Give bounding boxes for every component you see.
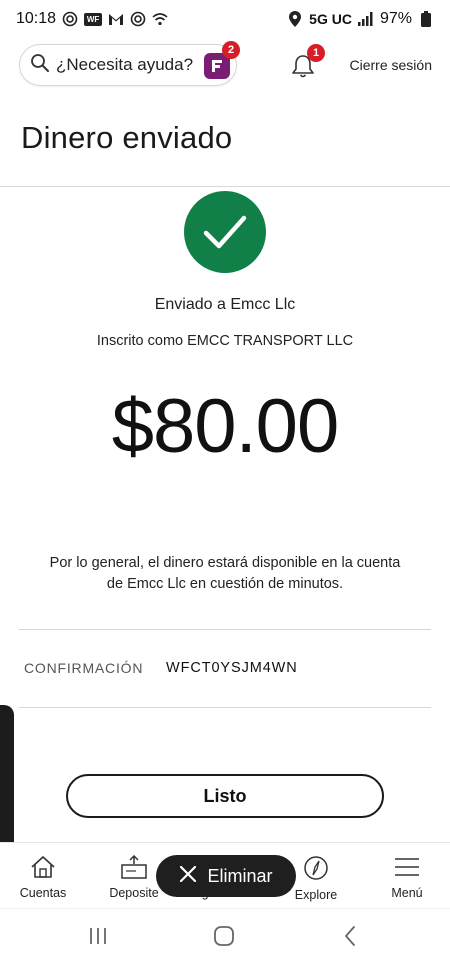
- recent-apps-icon: [87, 926, 109, 951]
- network-type: 5G UC: [309, 11, 352, 27]
- delete-label: Eliminar: [207, 865, 273, 886]
- bell-icon: [289, 55, 317, 84]
- amount-value: $80.00: [111, 384, 339, 469]
- recent-apps-button[interactable]: [85, 925, 111, 951]
- notifications-button[interactable]: 1: [289, 44, 325, 80]
- gmail-icon: [108, 11, 124, 27]
- availability-message: Por lo general, el dinero estará disponi…: [22, 553, 428, 595]
- confirmation-number: WFCT0YSJM4WN: [166, 660, 298, 676]
- back-button[interactable]: [337, 925, 363, 951]
- home-button[interactable]: [211, 925, 237, 951]
- divider: [19, 629, 431, 630]
- compass-icon: [303, 855, 329, 884]
- nav-label: Menú: [391, 886, 423, 900]
- fargo-assistant-icon[interactable]: 2: [204, 41, 240, 79]
- availability-line-1: Por lo general, el dinero estará disponi…: [49, 555, 401, 571]
- home-circle-icon: [213, 925, 235, 952]
- home-icon: [29, 855, 57, 882]
- wifi-icon: [152, 11, 168, 27]
- status-left: 10:18 WF: [16, 10, 168, 28]
- close-icon: [179, 865, 197, 888]
- help-search-input[interactable]: ¿Necesita ayuda? 2: [19, 41, 240, 86]
- status-right: 5G UC 97%: [287, 10, 434, 28]
- title-divider: [0, 186, 450, 187]
- bell-badge-count: 1: [307, 44, 325, 62]
- location-icon: [287, 11, 303, 27]
- battery-percent: 97%: [379, 10, 412, 27]
- menu-icon: [393, 855, 421, 882]
- battery-icon: [418, 11, 434, 27]
- nav-item-accounts[interactable]: Cuentas: [3, 855, 83, 900]
- status-time: 10:18: [16, 10, 57, 27]
- wireless-icon: [62, 11, 78, 27]
- wf-app-icon: WF: [84, 12, 103, 26]
- availability-line-2: de Emcc Llc en cuestión de minutos.: [106, 576, 344, 592]
- deposit-icon: [120, 854, 148, 882]
- search-icon: [30, 53, 50, 78]
- done-button[interactable]: Listo: [66, 774, 384, 818]
- system-nav-bar: [0, 908, 450, 965]
- app-header: ¿Necesita ayuda? 2 1 Cierre sesión: [0, 41, 450, 88]
- signal-icon: [357, 11, 374, 27]
- nav-label: Explore: [294, 888, 338, 902]
- nav-label: Cuentas: [19, 886, 67, 900]
- success-check-icon: [184, 191, 266, 273]
- fargo-badge-count: 2: [222, 41, 240, 59]
- nav-label: Deposite: [109, 886, 159, 900]
- delete-button[interactable]: Eliminar: [156, 855, 296, 897]
- page-title: Dinero enviado: [21, 120, 233, 155]
- back-chevron-icon: [342, 925, 358, 952]
- wireless-icon: [130, 11, 146, 27]
- nav-item-menu[interactable]: Menú: [367, 855, 447, 900]
- confirmation-label: CONFIRMACIÓN: [24, 660, 144, 676]
- status-bar: 10:18 WF 5G UC 97%: [0, 0, 450, 38]
- search-label: ¿Necesita ayuda?: [56, 55, 194, 74]
- sent-to-text: Enviado a Emcc Llc: [154, 296, 296, 313]
- divider: [19, 707, 431, 708]
- enrolled-as-text: Inscrito como EMCC TRANSPORT LLC: [96, 333, 354, 349]
- logout-link[interactable]: Cierre sesión: [350, 57, 432, 73]
